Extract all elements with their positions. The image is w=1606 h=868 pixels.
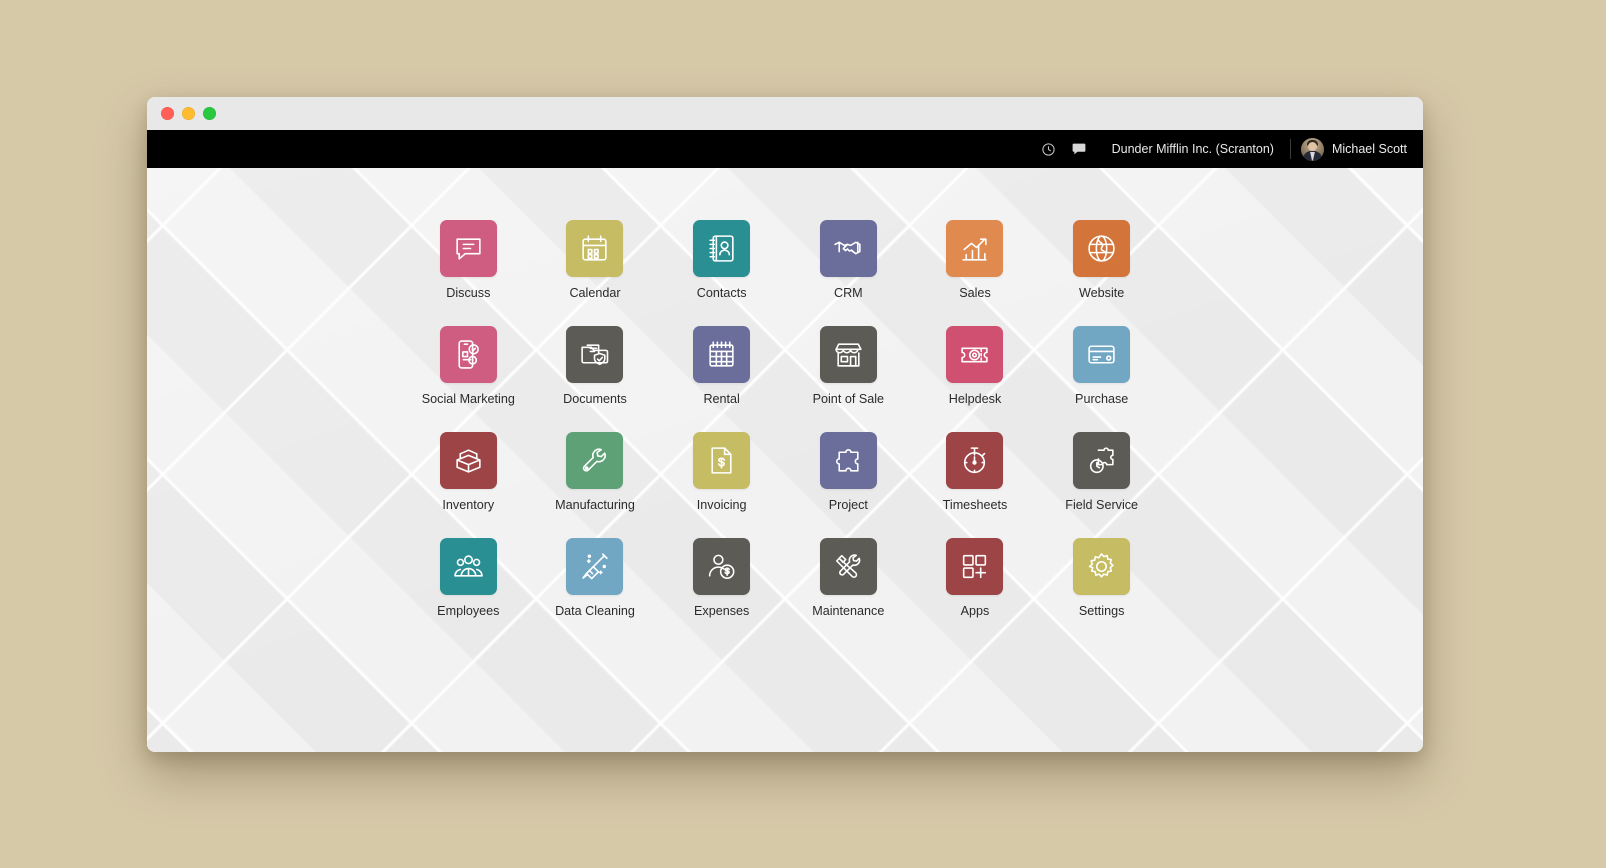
app-item-settings[interactable]: Settings (1038, 538, 1165, 619)
open-box-icon[interactable] (439, 432, 497, 490)
app-item-inventory[interactable]: Inventory (405, 432, 532, 513)
app-label: Project (828, 498, 868, 513)
social-phone-icon[interactable] (439, 326, 497, 384)
app-label: Data Cleaning (555, 604, 635, 619)
app-item-helpdesk[interactable]: Helpdesk (912, 326, 1039, 407)
app-label: Invoicing (696, 498, 747, 513)
app-item-documents[interactable]: Documents (532, 326, 659, 407)
app-item-field-service[interactable]: Field Service (1038, 432, 1165, 513)
app-label: Inventory (442, 498, 495, 513)
apps-plus-icon[interactable] (946, 538, 1004, 596)
app-label: Helpdesk (948, 392, 1002, 407)
app-item-website[interactable]: Website (1038, 220, 1165, 301)
puzzle-clock-icon[interactable] (1073, 432, 1131, 490)
invoice-dollar-icon[interactable] (693, 432, 751, 490)
app-item-timesheets[interactable]: Timesheets (912, 432, 1039, 513)
app-item-manufacturing[interactable]: Manufacturing (532, 432, 659, 513)
app-item-calendar[interactable]: Calendar (532, 220, 659, 301)
handshake-icon[interactable] (819, 220, 877, 277)
clock-icon[interactable] (1036, 136, 1062, 162)
maximize-window-button[interactable] (203, 107, 216, 120)
app-label: Timesheets (942, 498, 1008, 513)
browser-window: Dunder Mifflin Inc. (Scranton) Michael S… (147, 97, 1423, 752)
app-item-employees[interactable]: Employees (405, 538, 532, 619)
window-titlebar (147, 97, 1423, 130)
stopwatch-icon[interactable] (946, 432, 1004, 490)
app-item-point-of-sale[interactable]: Point of Sale (785, 326, 912, 407)
app-label: Sales (959, 286, 991, 300)
app-label: Discuss (446, 286, 491, 300)
app-label: Contacts (696, 286, 747, 300)
app-item-sales[interactable]: Sales (912, 220, 1039, 301)
app-label: Calendar (569, 286, 621, 300)
app-item-purchase[interactable]: Purchase (1038, 326, 1165, 407)
app-label: Purchase (1075, 392, 1129, 407)
apps-grid: Discuss Calendar Contacts CRM Sales Webs… (405, 168, 1165, 619)
globe-icon[interactable] (1073, 220, 1131, 277)
home-menu: Discuss Calendar Contacts CRM Sales Webs… (147, 168, 1423, 752)
app-label: Social Marketing (421, 392, 515, 407)
app-label: Field Service (1065, 498, 1139, 513)
discuss-icon[interactable] (439, 220, 497, 277)
app-label: Settings (1078, 604, 1125, 619)
odoo-navbar: Dunder Mifflin Inc. (Scranton) Michael S… (147, 130, 1423, 168)
user-name-label: Michael Scott (1331, 142, 1407, 156)
contacts-icon[interactable] (693, 220, 751, 277)
app-item-expenses[interactable]: Expenses (658, 538, 785, 619)
app-item-project[interactable]: Project (785, 432, 912, 513)
close-window-button[interactable] (161, 107, 174, 120)
document-shield-icon[interactable] (566, 326, 624, 384)
app-label: Rental (703, 392, 740, 407)
gear-icon[interactable] (1073, 538, 1131, 596)
app-label: Documents (563, 392, 627, 407)
ticket-icon[interactable] (946, 326, 1004, 384)
app-label: Point of Sale (812, 392, 885, 407)
people-group-icon[interactable] (439, 538, 497, 596)
app-item-crm[interactable]: CRM (785, 220, 912, 301)
avatar (1300, 137, 1324, 161)
navbar-divider (1289, 139, 1291, 159)
storefront-icon[interactable] (819, 326, 877, 384)
app-item-data-cleaning[interactable]: Data Cleaning (532, 538, 659, 619)
chat-bubble-icon[interactable] (1066, 136, 1092, 162)
minimize-window-button[interactable] (182, 107, 195, 120)
hammer-wrench-icon[interactable] (819, 538, 877, 596)
grid-calendar-icon[interactable] (693, 326, 751, 384)
app-item-apps[interactable]: Apps (912, 538, 1039, 619)
app-item-social-marketing[interactable]: Social Marketing (405, 326, 532, 407)
puzzle-icon[interactable] (819, 432, 877, 490)
app-label: CRM (833, 286, 863, 300)
calendar-icon[interactable] (566, 220, 624, 277)
person-dollar-icon[interactable] (693, 538, 751, 596)
credit-card-icon[interactable] (1073, 326, 1131, 384)
bar-chart-arrow-icon[interactable] (946, 220, 1004, 277)
company-switcher[interactable]: Dunder Mifflin Inc. (Scranton) (1112, 142, 1274, 156)
app-item-contacts[interactable]: Contacts (658, 220, 785, 301)
broom-sparkle-icon[interactable] (566, 538, 624, 596)
app-item-rental[interactable]: Rental (658, 326, 785, 407)
wrench-icon[interactable] (566, 432, 624, 490)
user-menu[interactable]: Michael Scott (1300, 137, 1407, 161)
app-label: Manufacturing (555, 498, 635, 513)
app-label: Expenses (694, 604, 750, 619)
app-label: Maintenance (812, 604, 885, 619)
app-label: Website (1079, 286, 1125, 300)
app-item-discuss[interactable]: Discuss (405, 220, 532, 301)
app-label: Apps (960, 604, 990, 619)
app-item-invoicing[interactable]: Invoicing (658, 432, 785, 513)
app-label: Employees (437, 604, 500, 619)
app-item-maintenance[interactable]: Maintenance (785, 538, 912, 619)
